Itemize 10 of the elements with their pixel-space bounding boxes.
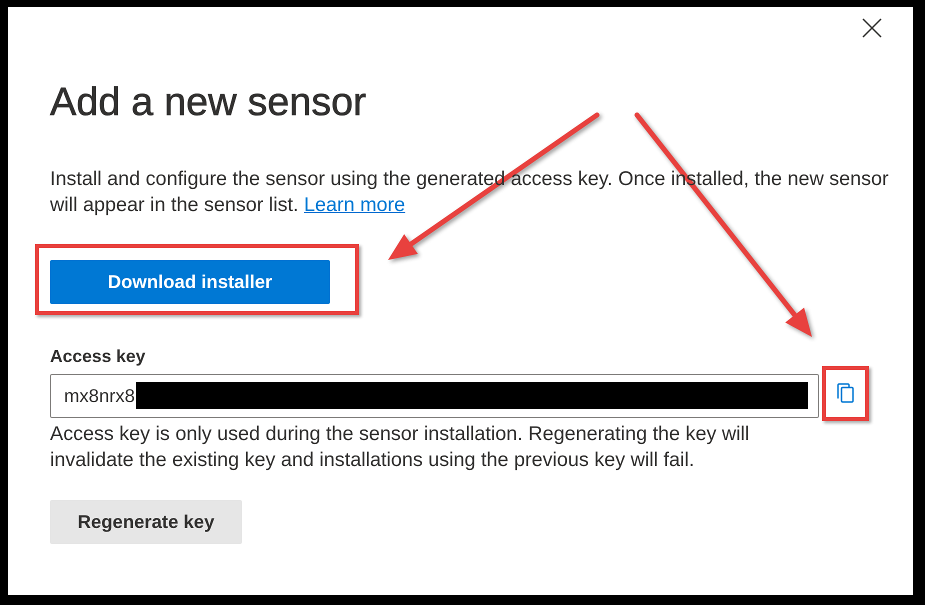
field-label: Access key [50, 344, 146, 368]
learn-more-link[interactable]: Learn more [304, 194, 406, 216]
access-key-field[interactable]: mx8nrx8 [50, 374, 819, 418]
dialog-title: Add a new sensor [50, 79, 368, 125]
copy-icon [837, 383, 854, 404]
close-button[interactable] [862, 18, 882, 38]
download-button[interactable]: Download installer [50, 260, 330, 304]
close-icon [862, 18, 882, 38]
helper-text: Access key is only used during the sensor installation. Regenerating the key will invalidate the existing key and installations using the previous key will fail. [50, 422, 750, 473]
regenerate-button[interactable]: Regenerate key [50, 500, 242, 544]
